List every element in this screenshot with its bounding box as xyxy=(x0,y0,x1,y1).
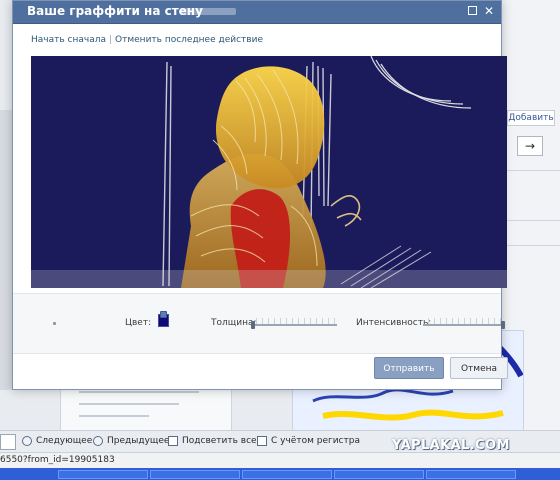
find-previous-icon xyxy=(93,436,103,446)
maximize-icon[interactable] xyxy=(468,6,477,15)
status-bar: 6550?from_id=19905183 xyxy=(0,452,560,469)
match-case-label: С учётом регистра xyxy=(271,436,360,446)
slider-thumb[interactable] xyxy=(501,321,505,329)
taskbar-button[interactable] xyxy=(426,470,516,479)
dialog-title: Ваше граффити на стену xyxy=(27,4,203,18)
taskbar-button[interactable] xyxy=(150,470,240,479)
taskbar-button[interactable] xyxy=(242,470,332,479)
placeholder-line xyxy=(79,391,199,393)
slider-track xyxy=(423,324,505,326)
graffiti-dialog: Ваше граффити на стену ✕ Начать сначала |… xyxy=(12,0,508,390)
status-url: 6550?from_id=19905183 xyxy=(0,455,115,465)
color-swatch[interactable] xyxy=(158,311,169,327)
find-previous-label: Предыдущее xyxy=(107,436,170,446)
dialog-footer-divider xyxy=(13,353,501,354)
intensity-label: Интенсивность: xyxy=(356,318,432,328)
send-button[interactable]: Отправить xyxy=(374,357,444,379)
close-icon[interactable]: ✕ xyxy=(483,5,495,17)
background-divider xyxy=(501,220,560,221)
background-divider xyxy=(501,245,560,246)
graffiti-canvas[interactable] xyxy=(31,56,507,288)
thickness-slider[interactable] xyxy=(251,318,337,329)
find-next-button[interactable]: Следующее xyxy=(22,436,92,446)
drawing-toolbar: Цвет: Толщина: Интенсивность: xyxy=(13,293,505,354)
taskbar xyxy=(0,468,560,480)
action-separator: | xyxy=(108,35,113,45)
dialog-titlebar: Ваше граффити на стену ✕ xyxy=(13,1,501,24)
undo-last-link[interactable]: Отменить последнее действие xyxy=(115,35,263,45)
intensity-slider[interactable] xyxy=(423,318,505,329)
color-label: Цвет: xyxy=(125,318,152,328)
highlight-all-label: Подсветить все xyxy=(182,436,257,446)
cancel-button[interactable]: Отмена xyxy=(450,357,508,379)
highlight-all-option[interactable]: Подсветить все xyxy=(168,436,257,446)
match-case-checkbox[interactable] xyxy=(257,436,267,446)
watermark: YAPLAKAL.COM xyxy=(392,438,510,453)
placeholder-line xyxy=(79,415,149,417)
thickness-label: Толщина: xyxy=(211,318,257,328)
tab-add[interactable]: Добавить xyxy=(507,110,555,126)
graffiti-drawing xyxy=(31,56,507,288)
find-previous-button[interactable]: Предыдущее xyxy=(93,436,169,446)
redacted-name xyxy=(180,8,236,15)
titlebar-controls: ✕ xyxy=(468,5,495,17)
drawing-actions: Начать сначала | Отменить последнее действ… xyxy=(31,35,263,45)
arrow-button[interactable]: → xyxy=(517,136,543,156)
find-input[interactable] xyxy=(0,434,16,450)
placeholder-line xyxy=(79,403,179,405)
slider-thumb[interactable] xyxy=(251,321,255,329)
start-over-link[interactable]: Начать сначала xyxy=(31,35,106,45)
taskbar-button[interactable] xyxy=(334,470,424,479)
background-divider xyxy=(501,170,560,171)
brush-preview-dot xyxy=(53,322,56,325)
slider-track xyxy=(251,324,337,326)
find-next-icon xyxy=(22,436,32,446)
match-case-option[interactable]: С учётом регистра xyxy=(257,436,360,446)
find-next-label: Следующее xyxy=(36,436,93,446)
taskbar-button[interactable] xyxy=(58,470,148,479)
highlight-all-checkbox[interactable] xyxy=(168,436,178,446)
